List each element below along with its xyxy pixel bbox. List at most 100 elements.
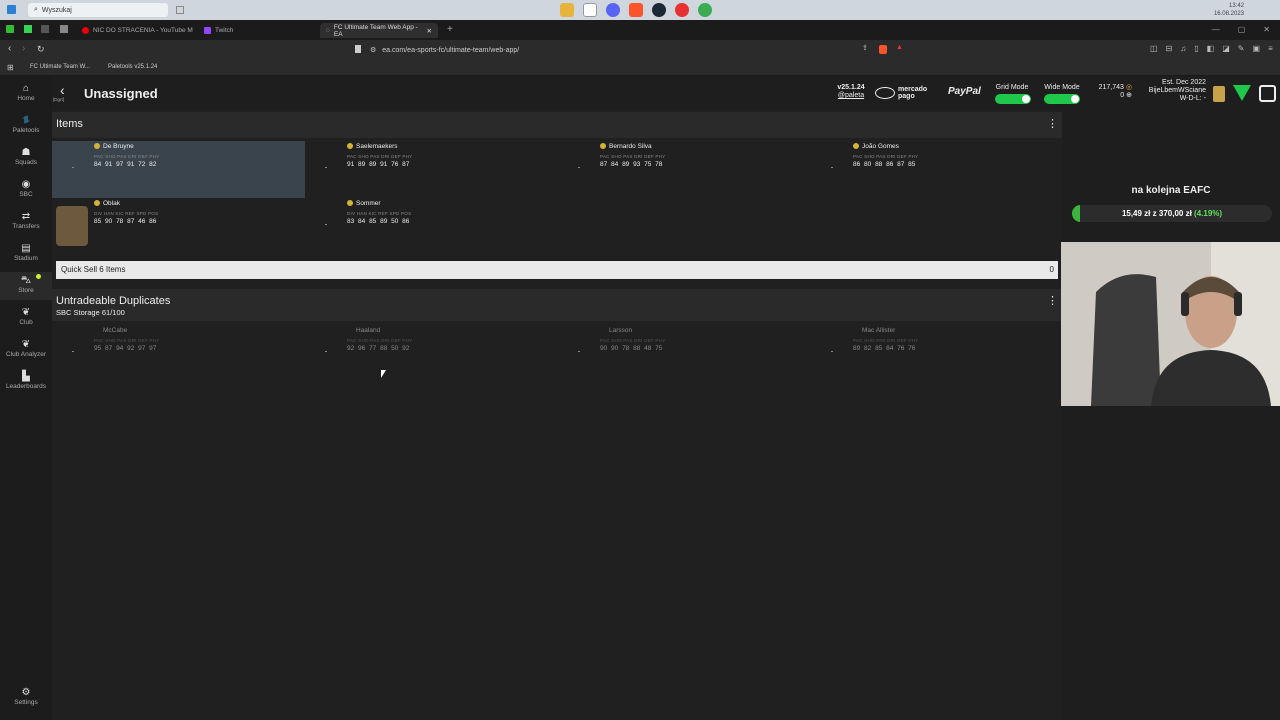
sidebar-item-club-analyzer[interactable]: ❦ Club Analyzer	[0, 340, 52, 359]
close-icon[interactable]: ✕	[427, 27, 432, 35]
points-icon: ⊕	[1126, 92, 1132, 99]
sidebar-item-stadium[interactable]: ▤ Stadium	[0, 244, 52, 263]
player-name: Sommer	[356, 200, 381, 207]
paletools-version[interactable]: v25.1.24 @paleta	[832, 84, 870, 100]
extension-icon[interactable]: ✎	[1238, 44, 1245, 53]
pinned-tab-icon[interactable]	[24, 25, 32, 33]
card-placeholder-mark	[578, 351, 580, 352]
brave-icon[interactable]	[629, 3, 643, 17]
stat-values: 92 96 77 88 50 92	[347, 345, 410, 352]
player-card-joao-gomes[interactable]: João Gomes PAC SHO PAS DRI DEF PHY 86 80…	[811, 141, 1064, 198]
brave-rewards-icon[interactable]: ▲	[896, 44, 903, 51]
chrome-icon[interactable]	[698, 3, 712, 17]
share-icon[interactable]: ⇪	[862, 44, 868, 52]
tab-actions-icon[interactable]	[6, 25, 14, 33]
back-hint-label: [Dgrt]	[53, 97, 65, 102]
url-text[interactable]: ea.com/ea-sports-fc/ultimate-team/web-ap…	[382, 47, 519, 54]
calendar-icon[interactable]	[583, 3, 597, 17]
duplicates-more-menu-icon[interactable]: ⋮	[1047, 296, 1058, 307]
taskbar-search-input[interactable]: Wyszukaj	[42, 7, 72, 14]
apps-grid-icon[interactable]: ⊞	[7, 63, 14, 72]
browser-toolbar: ‹ › ↻ ⚙ ea.com/ea-sports-fc/ultimate-tea…	[0, 40, 1280, 60]
untradeable-coin-icon	[347, 200, 353, 206]
player-card-sommer[interactable]: Sommer DIV HAN KIC REF SPD POS 83 84 85 …	[305, 198, 558, 255]
player-card-larsson[interactable]: Larsson PAC SHO PAS DRI DEF PHY 90 90 78…	[558, 325, 811, 382]
club-crest-icon[interactable]	[1213, 86, 1225, 102]
card-placeholder-mark	[72, 167, 74, 168]
maximize-icon[interactable]: ▢	[1238, 25, 1246, 34]
player-card-bernardo-silva[interactable]: Bernardo Silva PAC SHO PAS DRI DEF PHY 8…	[558, 141, 811, 198]
pinned-tab-icon[interactable]	[60, 25, 68, 33]
author-link[interactable]: @paleta	[832, 92, 870, 100]
music-icon[interactable]: ♫	[1180, 44, 1186, 53]
ea-app-icon[interactable]	[675, 3, 689, 17]
sidebar-item-label: SBC	[19, 191, 33, 198]
tab-twitch[interactable]: Twitch	[198, 23, 239, 38]
tab-fc-web-app[interactable]: ◌ FC Ultimate Team Web App - EA ✕	[320, 23, 438, 38]
store-icon: ⛍	[20, 275, 32, 286]
sidebar-item-store[interactable]: ⛍ Store	[0, 272, 52, 300]
extension-icon[interactable]: ◪	[1222, 44, 1230, 53]
tab-youtube[interactable]: NIC DO STRACENIA - YouTube M	[76, 23, 199, 38]
quick-sell-bar[interactable]: Quick Sell 6 Items 0	[56, 261, 1058, 279]
player-card-haaland[interactable]: Haaland PAC SHO PAS DRI DEF PHY 92 96 77…	[305, 325, 558, 382]
items-more-menu-icon[interactable]: ⋮	[1047, 119, 1058, 130]
player-card-mac-allister[interactable]: Mac Allister PAC SHO PAS DRI DEF PHY 89 …	[811, 325, 1064, 382]
minimize-icon[interactable]: —	[1212, 25, 1220, 34]
player-card-saelemaekers[interactable]: Saelemaekers PAC SHO PAS DRI DEF PHY 91 …	[305, 141, 558, 198]
player-card-oblak[interactable]: Oblak DIV HAN KIC REF SPD POS 85 90 78 8…	[52, 198, 305, 255]
sidebar-item-club[interactable]: ❦ Club	[0, 308, 52, 327]
os-taskbar: ⌕ Wyszukaj 13:42 16.08.2023	[0, 0, 1280, 20]
discord-icon[interactable]	[606, 3, 620, 17]
player-card-mccabe[interactable]: McCabe PAC SHO PAS DRI DEF PHY 95 87 94 …	[52, 325, 305, 382]
start-icon[interactable]	[7, 5, 16, 14]
address-bar[interactable]: ⚙ ea.com/ea-sports-fc/ultimate-team/web-…	[370, 44, 910, 56]
paypal-button[interactable]: PayPal	[948, 86, 981, 97]
sidebar-item-label: Club	[19, 319, 33, 326]
reload-icon[interactable]: ↻	[37, 44, 45, 55]
file-explorer-icon[interactable]	[560, 3, 574, 17]
notification-dot	[36, 274, 41, 279]
club-info: Est. Dec 2022 BijeLbemWSciane W-D-L: -	[1136, 79, 1206, 103]
sidebar-item-leaderboards[interactable]: ▙ Leaderboards	[0, 372, 52, 391]
grid-mode-toggle[interactable]	[995, 94, 1031, 104]
player-card-de-bruyne[interactable]: De Bruyne PAC SHO PAS DRI DEF PHY 84 91 …	[52, 141, 305, 198]
sidebar-item-squads[interactable]: ☗ Squads	[0, 148, 52, 167]
sidebar-item-settings[interactable]: ⚙ Settings	[0, 688, 52, 707]
sidebar-item-home[interactable]: ⌂ Home	[0, 84, 52, 103]
stat-headers: PAC SHO PAS DRI DEF PHY	[94, 154, 160, 159]
extension-icon[interactable]: ◫	[1150, 44, 1158, 53]
clock-date: 16.08.2023	[1213, 11, 1244, 17]
sidebar-item-transfers[interactable]: ⇄ Transfers	[0, 212, 52, 231]
bookmark-fc-web-app[interactable]: FC Ultimate Team W...	[30, 64, 90, 70]
new-tab-icon[interactable]: +	[447, 24, 453, 35]
bookmark-icon[interactable]	[355, 45, 361, 53]
wide-mode-toggle[interactable]	[1044, 94, 1080, 104]
back-button[interactable]: ‹	[60, 83, 65, 97]
duplicates-section-header	[52, 289, 1062, 321]
bookmark-paletools[interactable]: Paletools v25.1.24	[108, 64, 157, 70]
stat-headers: PAC SHO PAS DRI DEF PHY	[600, 338, 666, 343]
extension-icon[interactable]: ⊟	[1166, 44, 1173, 53]
pinned-tab-icon[interactable]	[41, 25, 49, 33]
back-icon[interactable]: ‹	[8, 43, 11, 54]
paletools-icon: ⥮	[22, 115, 30, 126]
sidebar-item-paletools[interactable]: ⥮ Paletools	[0, 115, 52, 135]
player-name: Oblak	[103, 200, 120, 207]
brave-shields-icon[interactable]	[879, 45, 887, 54]
clock-time: 13:42	[1228, 3, 1244, 9]
menu-icon[interactable]: ≡	[1268, 44, 1273, 53]
steam-icon[interactable]	[652, 3, 666, 17]
close-window-icon[interactable]: ✕	[1263, 25, 1270, 34]
widgets-icon[interactable]	[176, 6, 184, 14]
taskbar-search[interactable]: ⌕ Wyszukaj	[28, 3, 168, 17]
wallet-icon[interactable]: ▣	[1253, 44, 1261, 53]
site-settings-icon[interactable]: ⚙	[370, 46, 376, 54]
sidebar-toggle-icon[interactable]: ▯	[1194, 44, 1198, 53]
division-badge-icon[interactable]	[1233, 85, 1251, 101]
sidebar-item-sbc[interactable]: ◉ SBC	[0, 180, 52, 199]
system-clock[interactable]: 13:42 16.08.2023	[1214, 2, 1244, 18]
extension-icon[interactable]: ◧	[1207, 44, 1215, 53]
forward-icon[interactable]: ›	[22, 43, 25, 54]
mercado-pago-button[interactable]: mercado pago	[875, 84, 939, 102]
